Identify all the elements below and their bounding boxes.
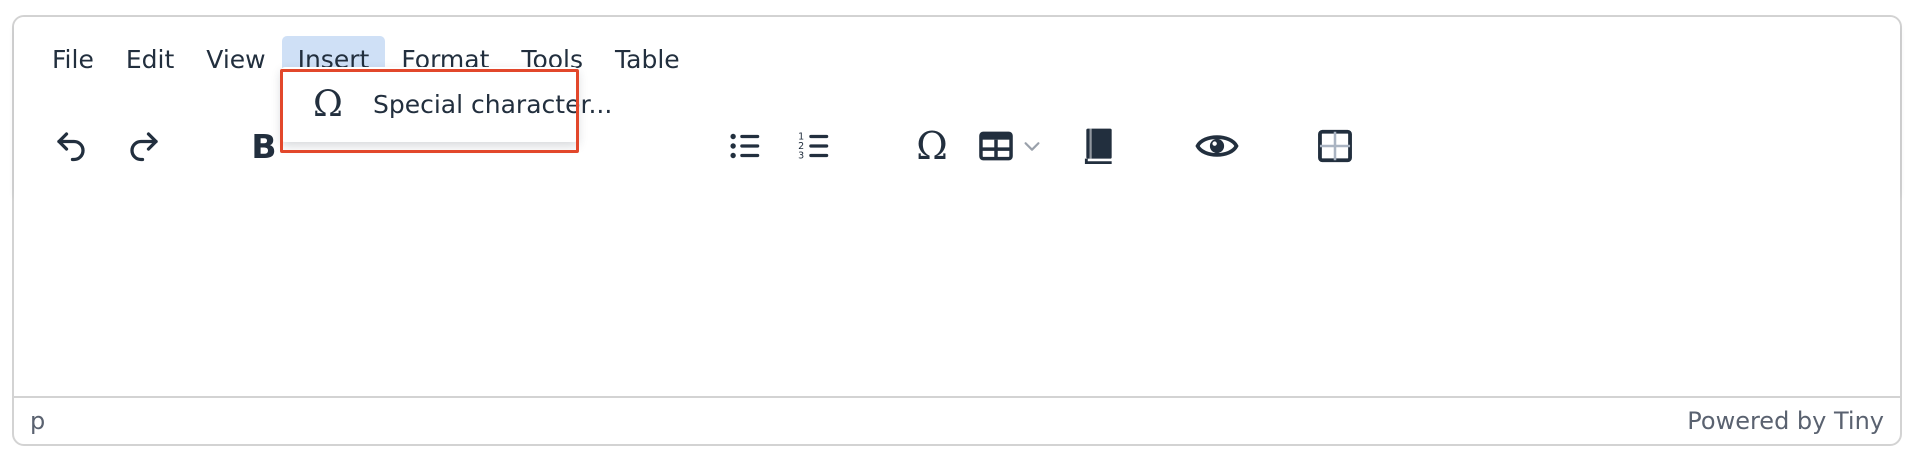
special-character-button[interactable]: Ω [909, 121, 955, 171]
table-icon [979, 131, 1013, 161]
book-icon [1084, 128, 1112, 165]
menu-item-label: Special character... [373, 90, 613, 119]
editor-content-area[interactable] [14, 194, 1900, 400]
status-bar: p Powered by Tiny [14, 396, 1900, 444]
menu-item-special-character[interactable]: Ω Special character... [281, 67, 612, 142]
menu-file[interactable]: File [36, 36, 110, 84]
omega-icon: Ω [916, 124, 948, 168]
redo-icon [130, 132, 158, 162]
preview-button[interactable] [1194, 121, 1240, 171]
undo-icon [57, 132, 85, 162]
book-button[interactable] [1076, 121, 1122, 171]
element-path[interactable]: p [30, 398, 45, 444]
menu-table[interactable]: Table [599, 36, 696, 84]
omega-icon: Ω [313, 84, 343, 125]
powered-by-link[interactable]: Powered by Tiny [1687, 398, 1884, 444]
insert-menu-dropdown: Ω Special character... [281, 67, 612, 142]
table-button[interactable] [977, 121, 1057, 171]
eye-icon [1195, 135, 1239, 157]
undo-button[interactable] [48, 121, 94, 171]
menu-view[interactable]: View [190, 36, 281, 84]
chevron-down-icon [1024, 142, 1040, 151]
bullet-list-icon [730, 133, 760, 159]
redo-button[interactable] [121, 121, 167, 171]
svg-text:3: 3 [798, 151, 804, 162]
numbered-list-button[interactable]: 1 2 3 [791, 121, 837, 171]
menu-edit[interactable]: Edit [110, 36, 190, 84]
visual-aid-button[interactable] [1312, 121, 1358, 171]
numbered-list-icon: 1 2 3 [798, 132, 829, 162]
bold-icon: B [251, 126, 277, 166]
bullet-list-button[interactable] [722, 121, 768, 171]
grid-icon [1318, 129, 1352, 163]
